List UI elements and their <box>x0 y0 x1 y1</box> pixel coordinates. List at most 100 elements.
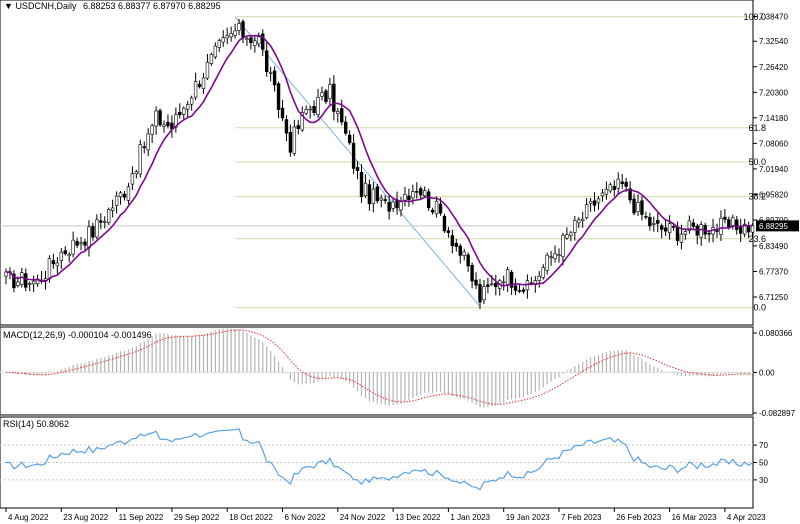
macd-tick-label: 0.00 <box>759 368 775 377</box>
candle-body <box>659 225 664 230</box>
candle-body <box>738 227 743 234</box>
candle-body <box>355 167 360 172</box>
candle-body <box>541 267 545 278</box>
candle-body <box>51 260 56 265</box>
candle-body <box>276 83 281 110</box>
current-price-label: 6.88295 <box>759 222 788 231</box>
triangle-icon: ▼ <box>4 1 13 11</box>
time-tick-label: 16 Mar 2023 <box>672 513 717 522</box>
time-tick-label: 6 Nov 2022 <box>285 513 326 522</box>
candle-body <box>359 171 364 198</box>
candle-body <box>699 224 703 238</box>
candle-body <box>462 251 466 256</box>
candle-body <box>320 92 324 97</box>
time-tick-label: 24 Nov 2022 <box>340 513 386 522</box>
forex-chart[interactable]: 100.061.850.038.223.60.0 7.384707.325407… <box>0 0 800 524</box>
macd-tick-label: 0.080366 <box>759 329 793 338</box>
candle-body <box>324 90 328 102</box>
candle-body <box>569 232 573 236</box>
candle-body <box>213 45 218 58</box>
candle-body <box>458 245 462 256</box>
candle-body <box>513 285 518 291</box>
candle-body <box>241 21 245 39</box>
candle-body <box>454 242 458 247</box>
candle-body <box>91 226 95 238</box>
candle-body <box>470 265 474 282</box>
candle-body <box>715 229 719 232</box>
time-tick-label: 7 Feb 2023 <box>561 513 602 522</box>
candle-body <box>363 182 368 197</box>
candle-body <box>691 222 696 227</box>
candle-body <box>588 201 593 204</box>
candle-body <box>114 195 119 206</box>
rsi-tick-label: 30 <box>759 476 768 485</box>
candle-body <box>16 281 20 286</box>
candle-body <box>308 108 312 111</box>
candle-body <box>482 286 486 301</box>
candle-body <box>75 241 79 246</box>
candle-body <box>316 97 320 115</box>
candle-body <box>494 283 498 287</box>
candle-body <box>422 190 427 196</box>
candle-body <box>87 226 91 249</box>
fib-level-label: 0.0 <box>753 303 766 313</box>
candle-body <box>565 234 569 239</box>
candle-body <box>166 121 170 127</box>
candle-body <box>450 235 455 247</box>
price-tick-label: 7.14180 <box>759 114 788 123</box>
price-tick-label: 7.38470 <box>759 12 788 21</box>
candle-body <box>99 220 103 223</box>
candle-body <box>134 171 139 175</box>
candle-body <box>288 131 293 153</box>
ohlc-label: 6.88253 6.88377 6.87970 6.88295 <box>83 1 221 11</box>
candle-body <box>31 280 36 285</box>
candle-body <box>284 119 289 134</box>
candle-body <box>644 216 648 218</box>
candle-body <box>679 233 684 243</box>
candle-body <box>419 188 423 196</box>
candle-body <box>573 220 577 233</box>
candle-body <box>67 254 71 257</box>
candle-body <box>383 199 387 202</box>
candle-body <box>735 219 739 230</box>
price-tick-label: 7.20300 <box>759 88 788 97</box>
candle-body <box>24 273 28 288</box>
time-tick-label: 1 Jan 2023 <box>450 513 490 522</box>
rsi-pane[interactable]: 70 50 30 RSI(14) 50.8062 <box>0 416 768 509</box>
candle-body <box>221 37 225 43</box>
macd-pane[interactable]: 0.080366 0.00 -0.082897 MACD(12,26,9) -0.0… <box>0 326 796 418</box>
price-tick-label: 7.26420 <box>759 63 788 72</box>
time-axis: 4 Aug 2022 23 Aug 2022 11 Sep 2022 29 Sep 2… <box>5 508 766 522</box>
candle-body <box>466 254 470 267</box>
candle-body <box>332 83 336 112</box>
candle-body <box>375 186 379 202</box>
candle-body <box>55 262 60 267</box>
candle-body <box>154 110 158 127</box>
candle-body <box>367 184 372 205</box>
candle-body <box>411 191 415 199</box>
candle-body <box>486 284 490 287</box>
price-pane[interactable]: 100.061.850.038.223.60.0 7.384707.325407… <box>0 0 799 326</box>
price-header: ▼ USDCNH,Daily 6.88253 6.88377 6.87970 6… <box>4 1 221 11</box>
candle-body <box>371 188 376 204</box>
candle-body <box>407 195 411 201</box>
candle-body <box>580 218 585 221</box>
candle-body <box>79 242 83 245</box>
time-tick-label: 4 Aug 2022 <box>8 513 49 522</box>
candle-body <box>731 217 735 226</box>
candle-body <box>201 77 206 89</box>
candle-body <box>438 203 443 214</box>
time-tick-label: 13 Dec 2022 <box>395 513 441 522</box>
price-tick-label: 7.32540 <box>759 37 788 46</box>
fib-level-label: 61.8 <box>748 123 766 133</box>
candle-body <box>229 33 233 38</box>
candle-body <box>577 219 581 224</box>
candle-body <box>616 178 620 189</box>
price-tick-label: 6.71250 <box>759 293 788 302</box>
candle-body <box>750 225 755 233</box>
candle-body <box>249 37 253 44</box>
candle-body <box>517 290 522 292</box>
candle-body <box>264 50 269 73</box>
candle-body <box>663 227 668 232</box>
candle-body <box>600 192 605 197</box>
